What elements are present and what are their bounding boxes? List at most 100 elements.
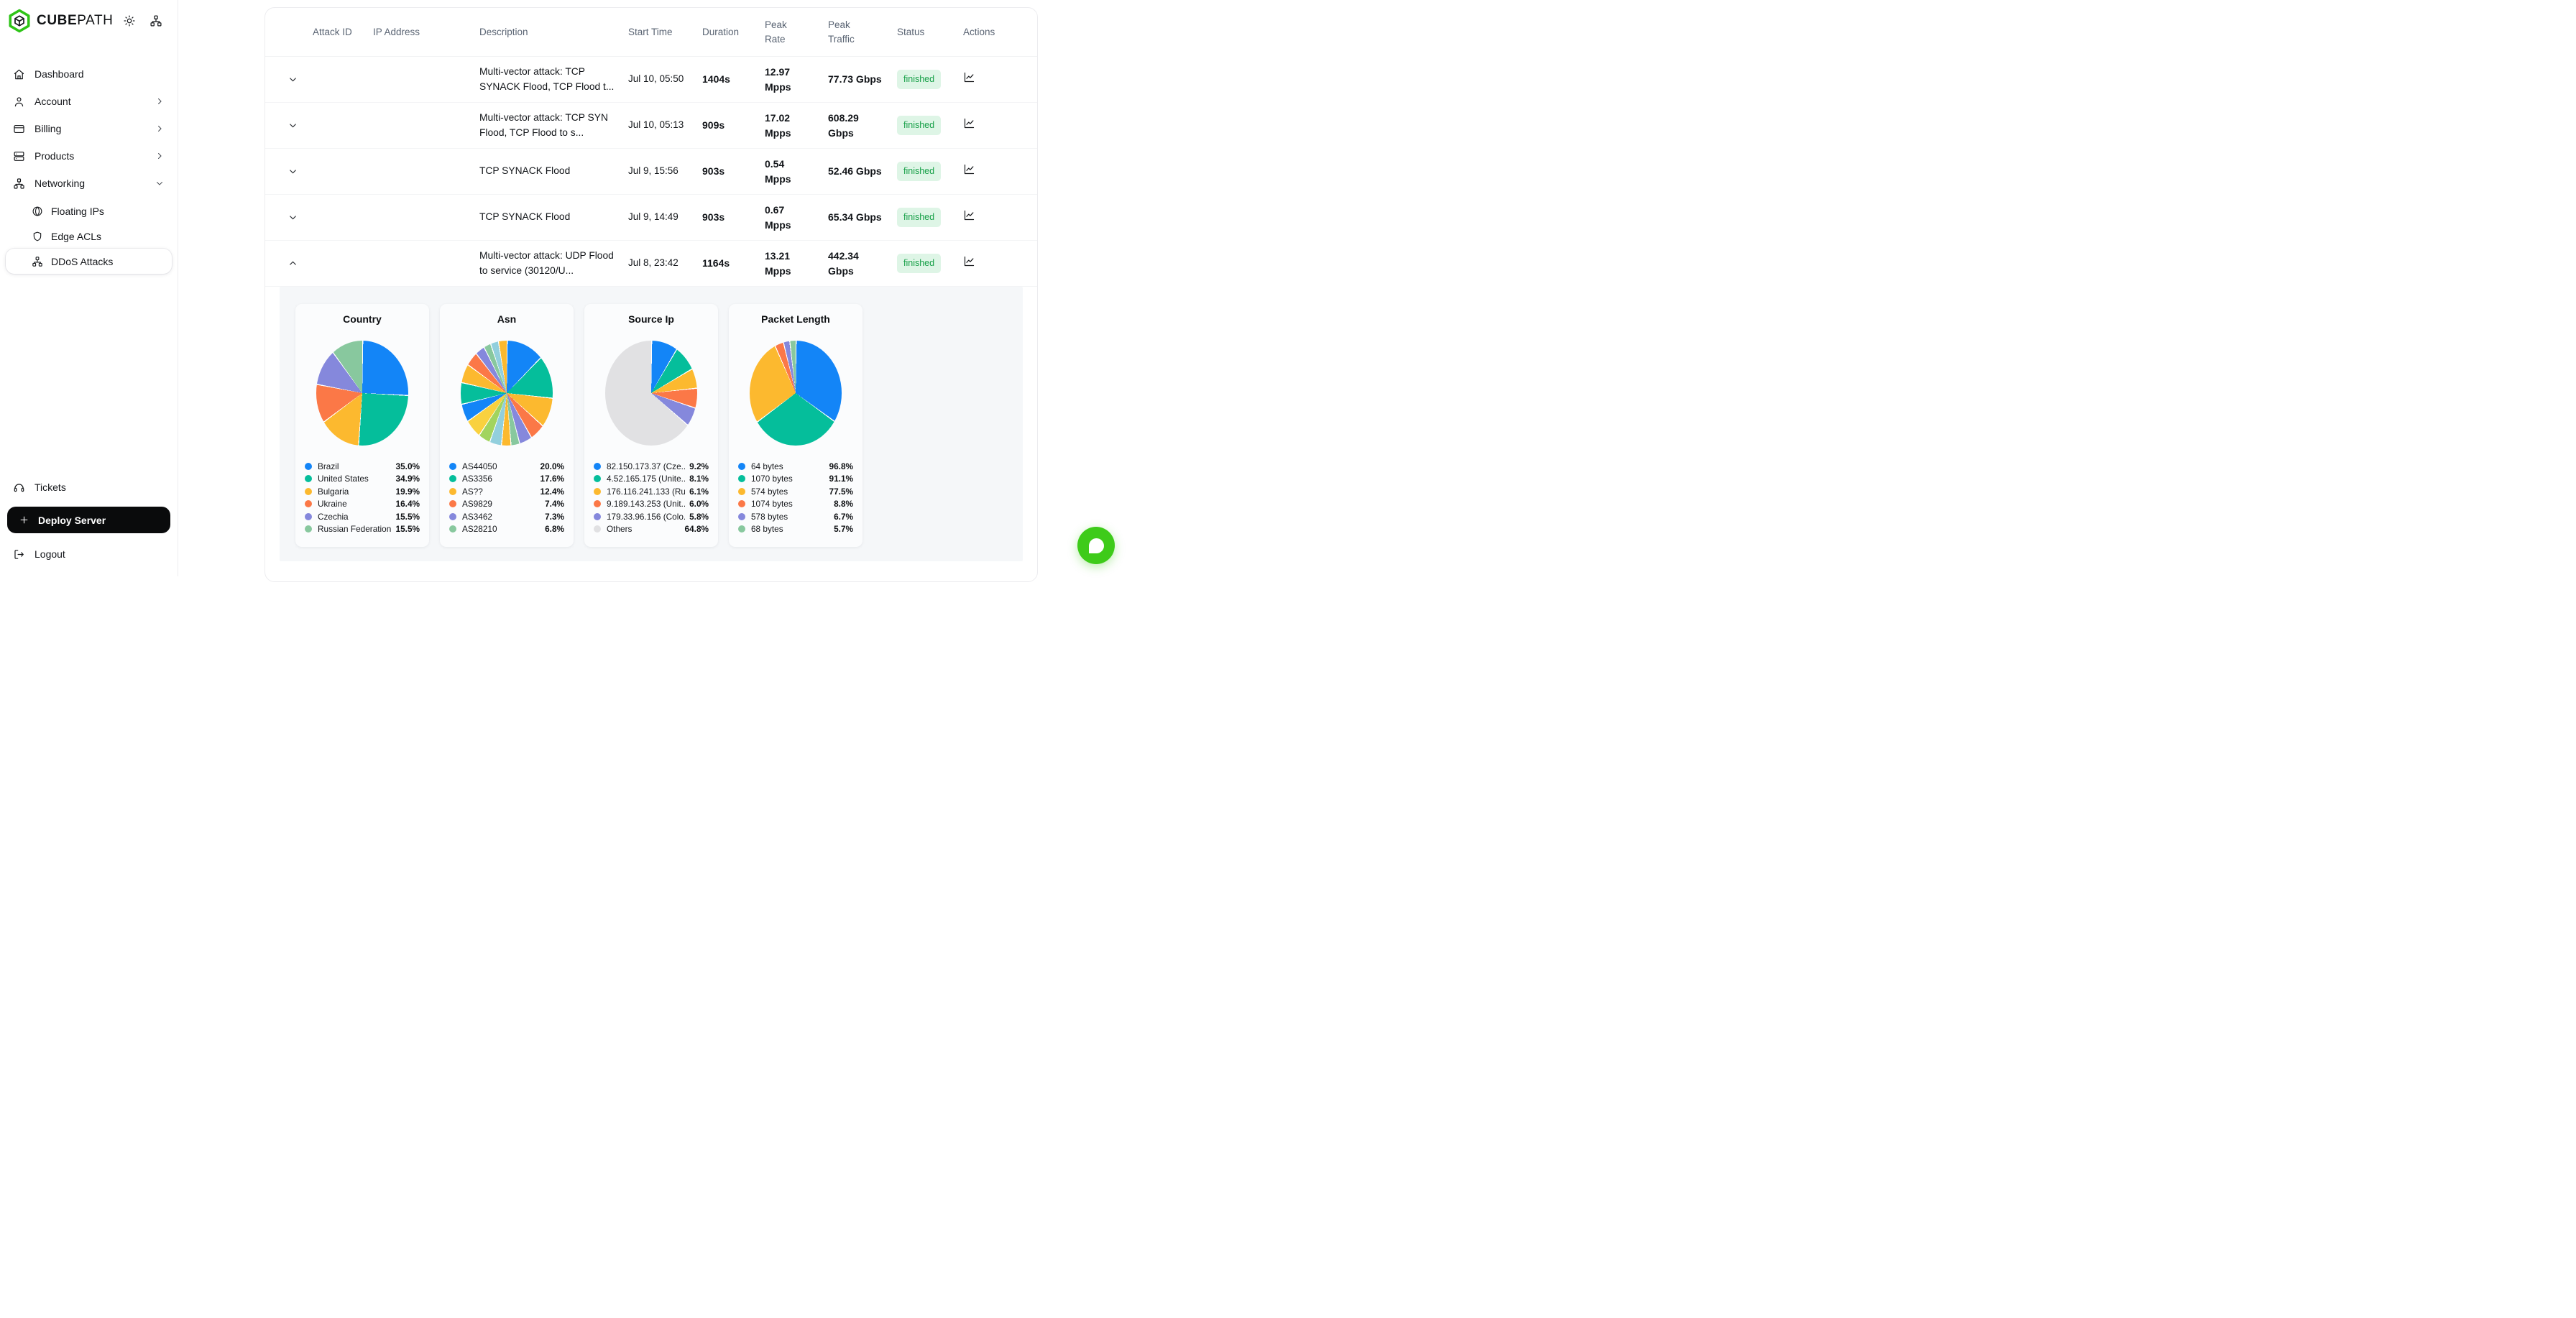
sidebar-item-billing[interactable]: Billing bbox=[6, 115, 172, 142]
chart-title: Country bbox=[305, 313, 420, 325]
legend-label: Russian Federation bbox=[318, 524, 392, 534]
card-icon bbox=[13, 123, 25, 135]
table-row: Multi-vector attack: UDP Flood to servic… bbox=[265, 241, 1037, 287]
row-expander-chevron[interactable] bbox=[285, 210, 300, 226]
legend-value: 17.6% bbox=[540, 474, 564, 484]
legend-value: 35.0% bbox=[396, 461, 420, 471]
sidebar-item-account[interactable]: Account bbox=[6, 88, 172, 115]
sidebar-item-floating-ips[interactable]: Floating IPs bbox=[6, 198, 172, 223]
chevron-right-icon bbox=[155, 151, 165, 161]
sidebar-item-dashboard[interactable]: Dashboard bbox=[6, 60, 172, 88]
sidebar-item-label: Logout bbox=[34, 548, 165, 560]
status-badge: finished bbox=[897, 208, 941, 227]
attack-start-time: Jul 10, 05:50 bbox=[628, 72, 702, 86]
chart-legend: AS44050 20.0% AS3356 17.6% AS?? 12.4% AS… bbox=[449, 460, 564, 535]
legend-value: 9.2% bbox=[689, 461, 709, 471]
chat-widget-button[interactable] bbox=[1077, 527, 1115, 564]
view-chart-icon[interactable] bbox=[963, 120, 975, 132]
legend-color-dot bbox=[305, 463, 312, 470]
view-chart-icon[interactable] bbox=[963, 74, 975, 86]
attack-description: TCP SYNACK Flood bbox=[479, 164, 628, 179]
sidebar-item-logout[interactable]: Logout bbox=[6, 540, 172, 568]
attack-peak-rate: 13.21Mpps bbox=[765, 249, 828, 279]
legend-item: 176.116.241.133 (Ru... 6.1% bbox=[594, 485, 709, 498]
chart-title: Asn bbox=[449, 313, 564, 325]
table-row: Multi-vector attack: TCP SYN Flood, TCP … bbox=[265, 103, 1037, 149]
pie-chart bbox=[461, 341, 553, 446]
chart-panel: Source Ip 82.150.173.37 (Cze... 9.2% 4.5… bbox=[584, 304, 718, 547]
row-expander-chevron[interactable] bbox=[285, 118, 300, 134]
legend-label: AS9829 bbox=[462, 499, 540, 509]
legend-value: 8.8% bbox=[834, 499, 853, 509]
row-expander-chevron[interactable] bbox=[285, 256, 300, 272]
chart-legend: Brazil 35.0% United States 34.9% Bulgari… bbox=[305, 460, 420, 535]
legend-item: AS28210 6.8% bbox=[449, 523, 564, 536]
legend-label: 578 bytes bbox=[751, 512, 829, 522]
legend-value: 34.9% bbox=[396, 474, 420, 484]
legend-color-dot bbox=[738, 463, 745, 470]
sidebar-item-products[interactable]: Products bbox=[6, 142, 172, 170]
attack-duration: 903s bbox=[702, 164, 765, 179]
attack-start-time: Jul 10, 05:13 bbox=[628, 118, 702, 132]
chevron-right-icon bbox=[155, 124, 165, 134]
legend-color-dot bbox=[305, 500, 312, 507]
legend-item: AS3356 17.6% bbox=[449, 473, 564, 486]
table-row: Multi-vector attack: TCP SYNACK Flood, T… bbox=[265, 57, 1037, 103]
chart-legend: 82.150.173.37 (Cze... 9.2% 4.52.165.175 … bbox=[594, 460, 709, 535]
sidebar-item-tickets[interactable]: Tickets bbox=[6, 474, 172, 501]
legend-item: Czechia 15.5% bbox=[305, 510, 420, 523]
legend-color-dot bbox=[449, 513, 456, 520]
sidebar-item-edge-acls[interactable]: Edge ACLs bbox=[6, 223, 172, 249]
brand-name-bold: CUBE bbox=[37, 13, 77, 28]
attack-description: Multi-vector attack: TCP SYN Flood, TCP … bbox=[479, 111, 628, 140]
logo-row: CUBEPATH bbox=[0, 0, 178, 40]
deploy-server-label: Deploy Server bbox=[38, 515, 106, 526]
legend-label: Brazil bbox=[318, 461, 392, 471]
sidebar-item-label: Networking bbox=[34, 178, 155, 189]
attack-start-time: Jul 9, 14:49 bbox=[628, 210, 702, 224]
legend-label: Others bbox=[607, 524, 681, 534]
network-topology-icon[interactable] bbox=[145, 10, 167, 32]
legend-label: AS44050 bbox=[462, 461, 536, 471]
legend-label: Czechia bbox=[318, 512, 392, 522]
sidebar-item-networking[interactable]: Networking bbox=[6, 170, 172, 197]
attack-duration: 909s bbox=[702, 118, 765, 133]
sidebar-item-ddos-attacks[interactable]: DDoS Attacks bbox=[6, 249, 172, 274]
attack-duration: 1404s bbox=[702, 72, 765, 87]
view-chart-icon[interactable] bbox=[963, 258, 975, 269]
sidebar-item-label: DDoS Attacks bbox=[51, 256, 165, 267]
sidebar-nav: Dashboard Account Billing Products Netwo… bbox=[0, 40, 178, 474]
row-expander-chevron[interactable] bbox=[285, 164, 300, 180]
pie-chart bbox=[750, 341, 842, 446]
legend-color-dot bbox=[449, 475, 456, 482]
attack-peak-traffic: 65.34 Gbps bbox=[828, 210, 897, 225]
chevron-right-icon bbox=[155, 96, 165, 106]
legend-item: 64 bytes 96.8% bbox=[738, 460, 853, 473]
logout-icon bbox=[13, 548, 25, 561]
legend-color-dot bbox=[449, 488, 456, 495]
legend-value: 8.1% bbox=[689, 474, 709, 484]
row-expander-chevron[interactable] bbox=[285, 72, 300, 88]
shield-icon bbox=[32, 231, 43, 242]
legend-item: 82.150.173.37 (Cze... 9.2% bbox=[594, 460, 709, 473]
sidebar-item-label: Dashboard bbox=[34, 68, 165, 80]
theme-sun-icon[interactable] bbox=[119, 10, 140, 32]
legend-item: Bulgaria 19.9% bbox=[305, 485, 420, 498]
legend-value: 6.8% bbox=[545, 524, 564, 534]
attack-duration: 1164s bbox=[702, 256, 765, 271]
chart-legend: 64 bytes 96.8% 1070 bytes 91.1% 574 byte… bbox=[738, 460, 853, 535]
deploy-server-button[interactable]: Deploy Server bbox=[7, 507, 170, 533]
sidebar-item-label: Billing bbox=[34, 123, 155, 134]
view-chart-icon[interactable] bbox=[963, 166, 975, 178]
sidebar-item-label: Floating IPs bbox=[51, 206, 165, 217]
legend-item: AS3462 7.3% bbox=[449, 510, 564, 523]
legend-label: United States bbox=[318, 474, 392, 484]
legend-label: 1070 bytes bbox=[751, 474, 825, 484]
legend-color-dot bbox=[594, 488, 601, 495]
legend-color-dot bbox=[305, 475, 312, 482]
chart-title: Source Ip bbox=[594, 313, 709, 325]
legend-color-dot bbox=[738, 513, 745, 520]
view-chart-icon[interactable] bbox=[963, 212, 975, 223]
app-root: CUBEPATH Dashboard Account Billing Produ… bbox=[0, 0, 1127, 576]
attacks-table-card: Attack ID IP Address Description Start T… bbox=[264, 7, 1038, 582]
